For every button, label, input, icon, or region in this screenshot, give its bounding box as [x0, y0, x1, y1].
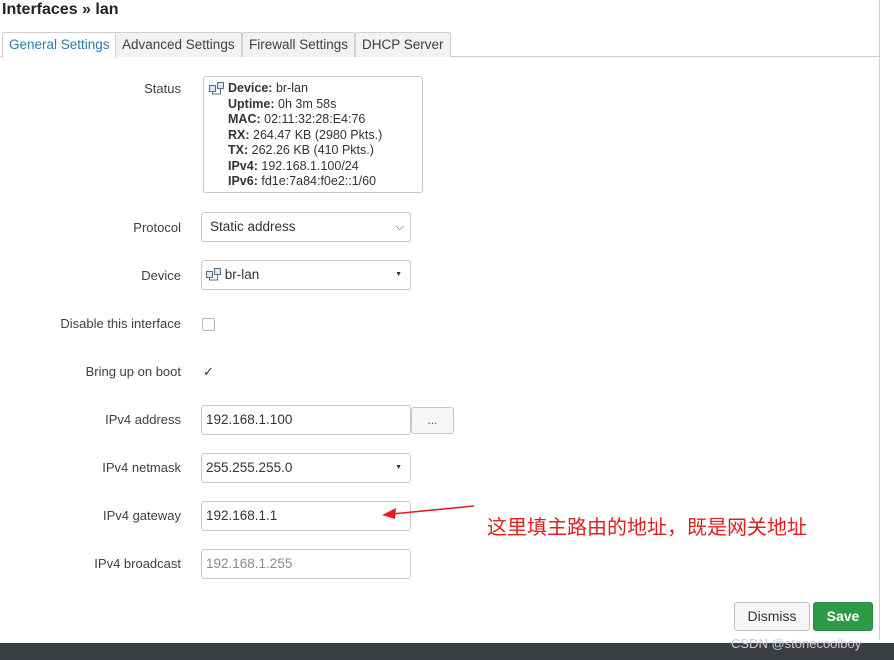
tab-general-settings[interactable]: General Settings [2, 32, 117, 58]
chevron-down-icon: ⌵ [395, 221, 404, 233]
status-mac-value: 02:11:32:28:E4:76 [264, 112, 366, 126]
status-ipv6-key: IPv6: [228, 174, 258, 188]
tab-dhcp-server[interactable]: DHCP Server [355, 32, 451, 57]
modal-right-border [879, 0, 880, 640]
ipv4-netmask-label: IPv4 netmask [102, 460, 181, 475]
status-uptime-value: 0h 3m 58s [278, 96, 337, 111]
status-mac-key: MAC: [228, 112, 261, 126]
status-uptime-row: Uptime: 0h 3m 58s [209, 97, 422, 113]
ipv4-broadcast-input[interactable]: 192.168.1.255 [201, 549, 411, 579]
tab-advanced-settings[interactable]: Advanced Settings [115, 32, 242, 57]
modal-title: Interfaces » lan [2, 1, 119, 18]
disable-interface-label: Disable this interface [60, 316, 181, 331]
dismiss-button[interactable]: Dismiss [734, 602, 810, 631]
ipv4-address-input[interactable]: 192.168.1.100 [201, 405, 411, 435]
caret-down-icon: ▼ [395, 271, 402, 278]
status-tx-key: TX: [228, 143, 249, 157]
status-tx-value: 262.26 KB (410 Pkts.) [251, 143, 374, 157]
status-ipv6-row: IPv6: fd1e:7a84:f0e2::1/60 [209, 174, 422, 190]
device-select[interactable]: br-lan ▼ [201, 260, 411, 290]
status-device-value: br-lan [275, 81, 308, 95]
ipv4-gateway-label: IPv4 gateway [102, 508, 181, 523]
status-ipv6-value: fd1e:7a84:f0e2::1/60 [261, 174, 377, 188]
ipv4-address-label: IPv4 address [105, 412, 181, 427]
network-device-icon [209, 82, 224, 95]
status-label: Status [144, 81, 181, 96]
protocol-select-value: Static address [210, 219, 296, 234]
status-device-row: Device: br-lan [209, 81, 422, 97]
status-box: Device: br-lan Uptime: 0h 3m 58s MAC: 02… [203, 76, 423, 193]
ipv4-netmask-value: 255.255.255.0 [206, 460, 293, 475]
status-rx-row: RX: 264.47 KB (2980 Pkts.) [209, 128, 422, 144]
protocol-label: Protocol [133, 220, 181, 235]
ipv4-netmask-select[interactable]: 255.255.255.0 ▼ [201, 453, 411, 483]
status-ipv4-key: IPv4: [228, 158, 258, 173]
tab-firewall-settings[interactable]: Firewall Settings [242, 32, 356, 57]
status-ipv4-row: IPv4: 192.168.1.100/24 [209, 159, 422, 175]
ipv4-broadcast-label: IPv4 broadcast [94, 556, 181, 571]
device-select-value: br-lan [224, 267, 260, 282]
watermark: CSDN @stonecoolboy [731, 636, 862, 651]
status-ipv4-value: 192.168.1.100/24 [261, 158, 359, 173]
status-rx-key: RX: [228, 127, 250, 142]
ipv4-address-more-button[interactable]: ... [411, 407, 454, 434]
protocol-select[interactable]: Static address ⌵ [201, 212, 411, 242]
status-tx-row: TX: 262.26 KB (410 Pkts.) [209, 143, 422, 159]
device-label: Device [141, 268, 181, 283]
bring-up-on-boot-checkbox[interactable]: ✓ [202, 365, 215, 378]
status-device-key: Device: [228, 81, 273, 95]
caret-down-icon: ▼ [395, 464, 402, 471]
tab-bar: General Settings Advanced Settings Firew… [0, 30, 880, 58]
save-button[interactable]: Save [813, 602, 873, 631]
disable-interface-checkbox[interactable] [202, 318, 215, 331]
status-rx-value: 264.47 KB (2980 Pkts.) [253, 127, 383, 142]
bring-up-on-boot-label: Bring up on boot [85, 364, 181, 379]
status-mac-row: MAC: 02:11:32:28:E4:76 [209, 112, 422, 128]
annotation-arrow-icon [382, 505, 475, 519]
network-device-icon [206, 268, 221, 281]
status-uptime-key: Uptime: [228, 96, 275, 111]
annotation-text: 这里填主路由的地址，既是网关地址 [487, 515, 807, 539]
